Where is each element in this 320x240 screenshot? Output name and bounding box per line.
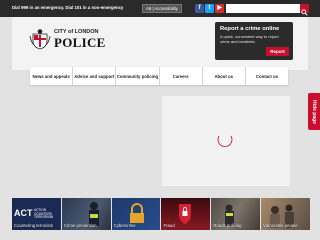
facebook-icon[interactable]: f <box>195 4 204 13</box>
report-crime-box: Report a crime online A quick, convenien… <box>215 22 293 60</box>
topic-tiles: ACT ACTION COUNTERS TERRORISM Countering… <box>12 198 310 230</box>
tile-fraud[interactable]: Fraud <box>161 198 211 230</box>
tile-crime-prevention[interactable]: Crime prevention <box>61 198 111 230</box>
emergency-notice: Dial 999 in an emergency. Dial 101 in a … <box>12 5 124 10</box>
tile-label: Roads policing <box>213 223 242 228</box>
site-header: CITY of LONDON POLICE Report a crime onl… <box>12 17 308 70</box>
nav-community-policing[interactable]: Community policing <box>116 67 160 85</box>
report-button[interactable]: Report <box>266 47 289 56</box>
twitter-icon[interactable]: t <box>205 4 214 13</box>
nav-about-us[interactable]: About us <box>203 67 246 85</box>
tile-roads-policing[interactable]: Roads policing <box>211 198 261 230</box>
report-text: A quick, convenient way to report crime … <box>220 34 279 44</box>
top-bar: Dial 999 in an emergency. Dial 101 in a … <box>0 0 320 17</box>
report-title: Report a crime online <box>220 26 280 32</box>
search-input[interactable] <box>226 4 300 13</box>
loading-spinner-icon <box>217 135 233 148</box>
city-crest-icon[interactable] <box>29 28 51 50</box>
tile-cybercrime[interactable]: Cybercrime <box>111 198 161 230</box>
nav-careers[interactable]: Careers <box>160 67 203 85</box>
nav-advice-and-support[interactable]: Advice and support <box>73 67 117 85</box>
tile-countering-terrorism[interactable]: ACT ACTION COUNTERS TERRORISM Countering… <box>12 198 61 230</box>
tile-label: Countering terrorism <box>14 223 54 228</box>
nav-contact-us[interactable]: Contact us <box>246 67 288 85</box>
tile-label: Vulnerable people <box>263 223 298 228</box>
act-logo: ACT <box>14 208 33 218</box>
nav-news-and-appeals[interactable]: News and appeals <box>30 67 74 85</box>
hide-page-tab[interactable]: Hide page <box>308 93 320 130</box>
logo-title[interactable]: POLICE <box>54 35 106 51</box>
youtube-icon[interactable]: ▶ <box>215 4 224 13</box>
act-logo-subtitle: ACTION COUNTERS TERRORISM <box>34 208 54 220</box>
hide-page-label: Hide page <box>311 99 317 124</box>
tile-vulnerable-people[interactable]: Vulnerable people <box>261 198 310 230</box>
search-icon <box>301 9 308 16</box>
tile-label: Fraud <box>163 223 175 228</box>
tile-label: Crime prevention <box>63 223 97 228</box>
accessibility-button[interactable]: Aä | Accessibility <box>142 4 182 13</box>
tile-label: Cybercrime <box>113 223 136 228</box>
main-nav: News and appeals Advice and support Comm… <box>30 67 288 85</box>
search-button[interactable] <box>300 4 309 16</box>
